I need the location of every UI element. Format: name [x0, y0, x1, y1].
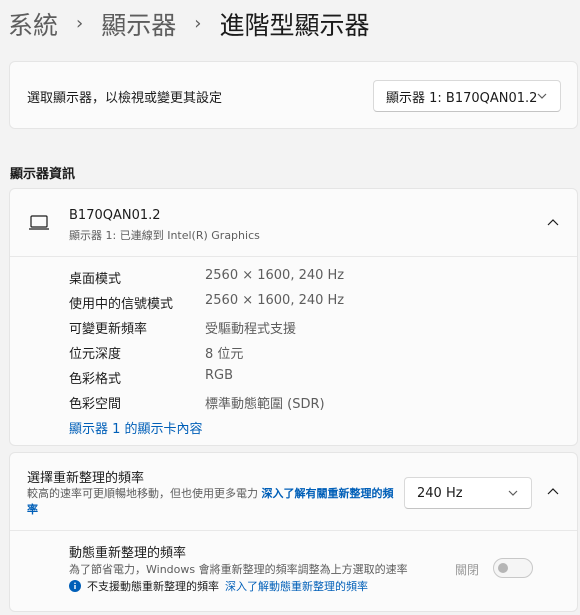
info-value: 8 位元 — [205, 347, 244, 362]
info-key: 使用中的信號模式 — [69, 297, 174, 312]
info-key: 位元深度 — [69, 347, 122, 362]
info-value: RGB — [205, 368, 234, 383]
select-display-label: 選取顯示器，以檢視或變更其設定 — [27, 91, 223, 106]
toggle-knob — [498, 563, 508, 573]
page-title: 進階型顯示器 — [219, 11, 370, 40]
dynamic-refresh-title: 動態重新整理的頻率 — [69, 546, 187, 561]
refresh-rate-description: 較高的速率可更順暢地移動，但也使用更多電力 深入了解有關重新整理的頻率 — [27, 486, 397, 518]
info-key: 可變更新頻率 — [69, 322, 148, 337]
info-value: 受驅動程式支援 — [205, 322, 297, 337]
refresh-rate-card: 選擇重新整理的頻率 較高的速率可更順暢地移動，但也使用更多電力 深入了解有關重新… — [9, 452, 578, 612]
dynamic-refresh-learn-more-link[interactable]: 深入了解動態重新整理的頻率 — [225, 578, 368, 594]
refresh-rate-value: 240 Hz — [417, 485, 463, 501]
refresh-rate-header: 選擇重新整理的頻率 較高的速率可更順暢地移動，但也使用更多電力 深入了解有關重新… — [10, 453, 577, 531]
laptop-icon — [29, 215, 49, 230]
info-row-desktop-mode: 桌面模式 2560 × 1600, 240 Hz — [69, 268, 344, 288]
breadcrumb: 系統 › 顯示器 › 進階型顯示器 — [8, 4, 369, 44]
info-row-color-space: 色彩空間 標準動態範圍 (SDR) — [69, 393, 325, 413]
dynamic-refresh-toggle[interactable] — [493, 558, 533, 578]
refresh-rate-title: 選擇重新整理的頻率 — [27, 471, 145, 486]
display-info-card: B170QAN01.2 顯示器 1: 已連線到 Intel(R) Graphic… — [9, 188, 578, 446]
info-row-variable-refresh: 可變更新頻率 受驅動程式支援 — [69, 318, 296, 338]
dynamic-refresh-toggle-label: 關閉 — [455, 563, 480, 577]
info-key: 桌面模式 — [69, 272, 122, 287]
display-connection-subtitle: 顯示器 1: 已連線到 Intel(R) Graphics — [69, 229, 260, 242]
display-name: B170QAN01.2 — [69, 208, 161, 223]
info-row-bit-depth: 位元深度 8 位元 — [69, 343, 243, 363]
refresh-rate-desc-text: 較高的速率可更順暢地移動，但也使用更多電力 — [27, 487, 262, 500]
chevron-up-icon[interactable] — [545, 484, 561, 500]
info-key: 色彩格式 — [69, 372, 122, 387]
info-row-signal-mode: 使用中的信號模式 2560 × 1600, 240 Hz — [69, 293, 344, 313]
chevron-down-icon — [537, 93, 547, 99]
display-info-section-title: 顯示器資訊 — [10, 167, 76, 182]
info-row-color-format: 色彩格式 RGB — [69, 368, 233, 388]
info-key: 色彩空間 — [69, 397, 122, 412]
breadcrumb-item-system[interactable]: 系統 — [8, 6, 58, 42]
breadcrumb-item-display[interactable]: 顯示器 — [101, 6, 176, 42]
info-value: 標準動態範圍 (SDR) — [205, 397, 325, 412]
refresh-rate-dropdown[interactable]: 240 Hz — [404, 477, 532, 509]
dynamic-refresh-description: 為了節省電力，Windows 會將重新整理的頻率調整為上方選取的速率 — [69, 563, 408, 576]
display-info-header[interactable]: B170QAN01.2 顯示器 1: 已連線到 Intel(R) Graphic… — [10, 189, 577, 257]
info-value: 2560 × 1600, 240 Hz — [205, 268, 345, 283]
chevron-right-icon: › — [76, 12, 84, 34]
dynamic-refresh-note: 不支援動態重新整理的頻率 深入了解動態重新整理的頻率 — [69, 578, 368, 594]
dynamic-refresh-unsupported-text: 不支援動態重新整理的頻率 — [87, 580, 219, 593]
display-select-dropdown[interactable]: 顯示器 1: B170QAN01.2 — [373, 80, 561, 112]
display-adapter-properties-link[interactable]: 顯示器 1 的顯示卡內容 — [69, 418, 203, 437]
select-display-card: 選取顯示器，以檢視或變更其設定 顯示器 1: B170QAN01.2 — [9, 61, 578, 129]
info-value: 2560 × 1600, 240 Hz — [205, 293, 345, 308]
chevron-down-icon — [508, 490, 518, 496]
chevron-up-icon[interactable] — [545, 215, 561, 231]
display-select-value: 顯示器 1: B170QAN01.2 — [386, 90, 538, 106]
info-icon — [69, 580, 81, 592]
chevron-right-icon: › — [194, 12, 202, 34]
